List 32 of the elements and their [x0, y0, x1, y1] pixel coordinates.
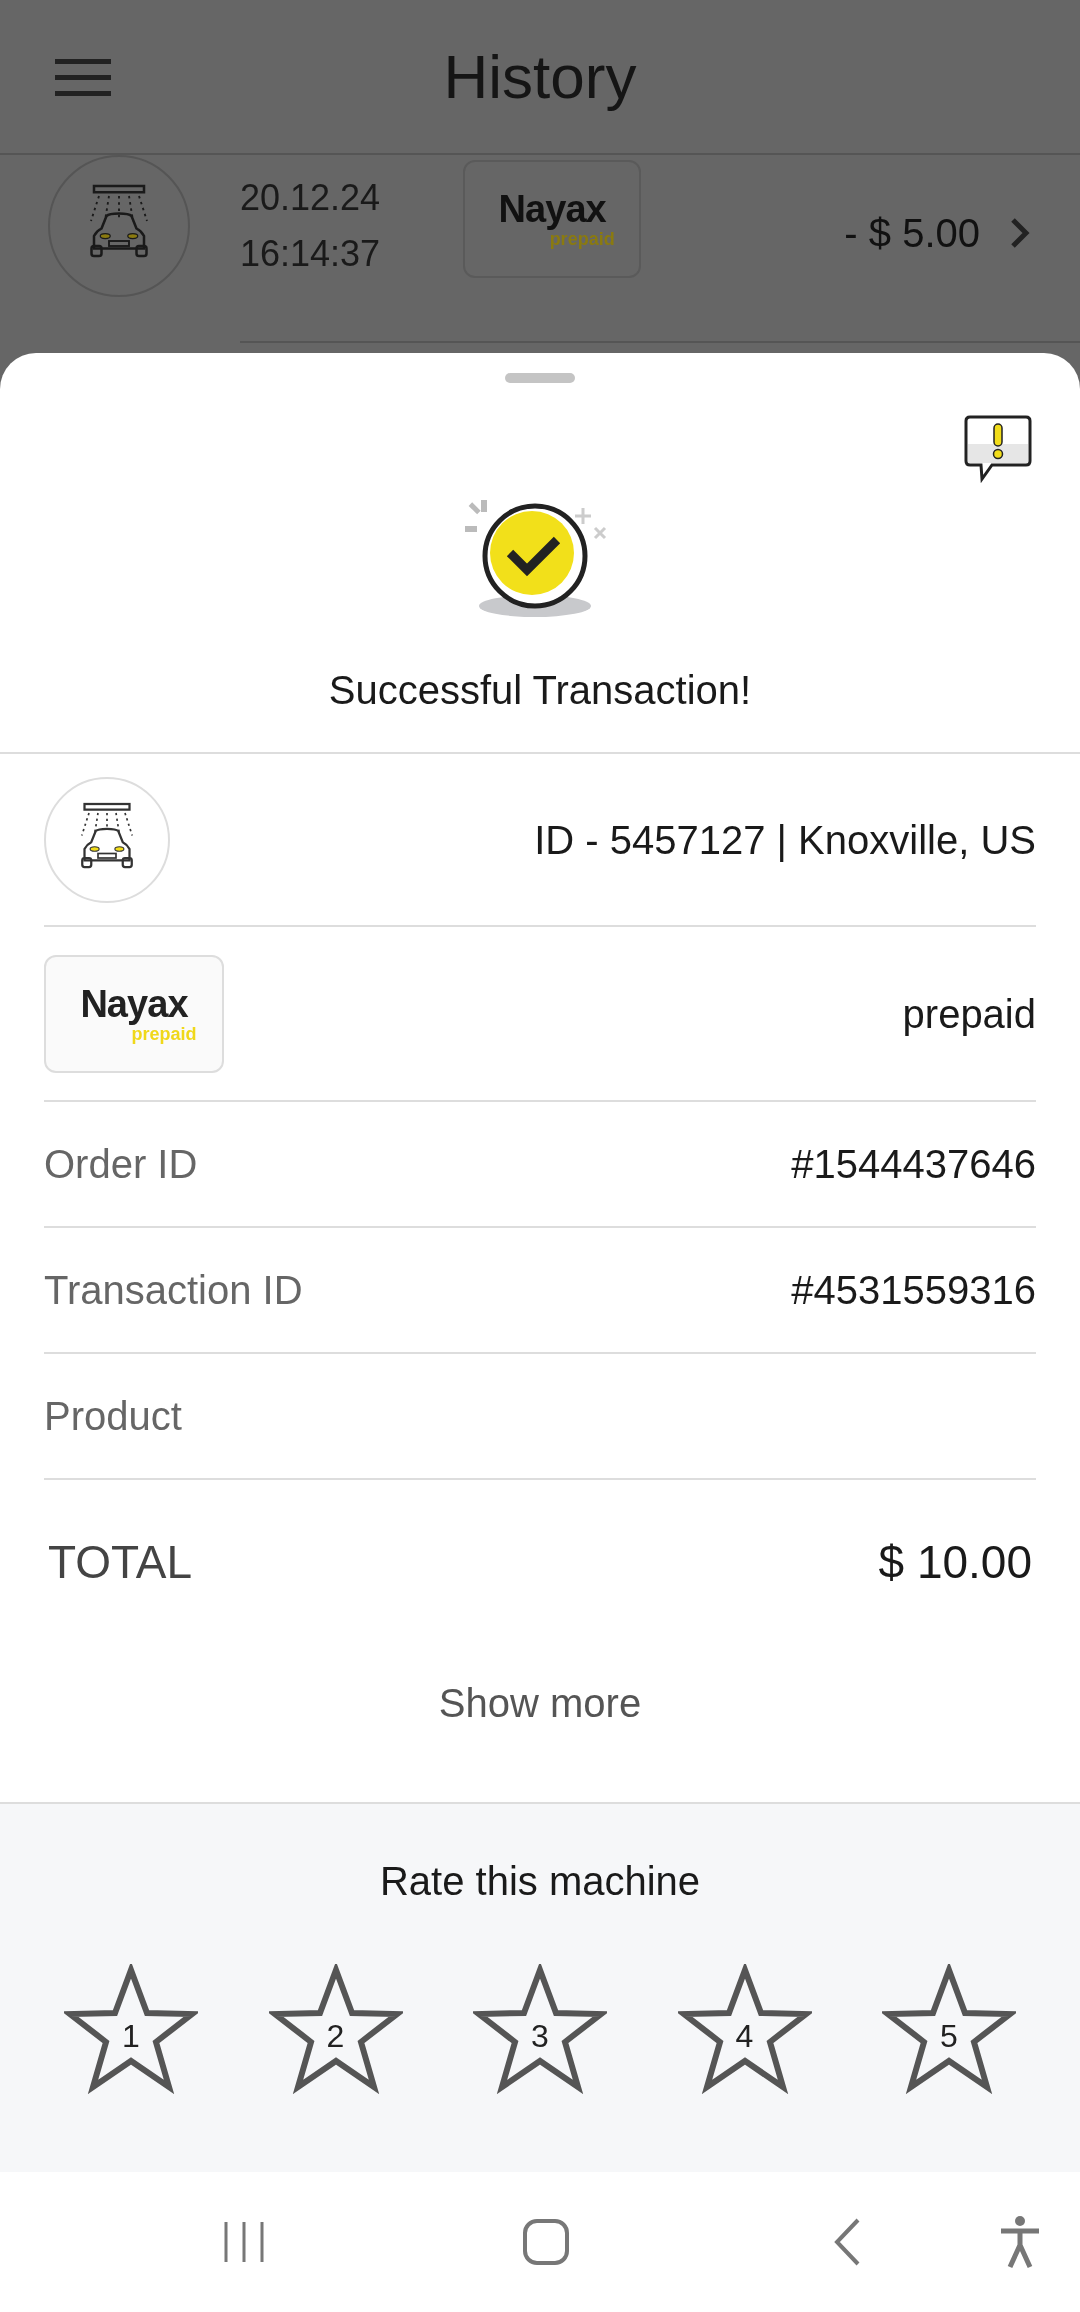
detail-value: #1544437646: [791, 1141, 1036, 1188]
history-amount: - $ 5.00: [844, 210, 980, 257]
logo-subtext: prepaid: [549, 229, 615, 249]
drag-handle[interactable]: [505, 373, 575, 383]
detail-value: #4531559316: [791, 1267, 1036, 1314]
total-amount: $ 10.00: [878, 1535, 1032, 1590]
show-more-link[interactable]: Show more: [438, 1678, 642, 1728]
logo-wordmark: Nayax: [80, 983, 188, 1024]
machine-id: ID - 5457127 | Knoxville, US: [534, 816, 1036, 864]
star-button[interactable]: 1: [64, 1964, 198, 2094]
report-alert-icon[interactable]: [964, 415, 1032, 483]
page-title: History: [443, 41, 637, 113]
logo-wordmark: Nayax: [498, 189, 606, 229]
star-button[interactable]: 4: [677, 1964, 812, 2094]
star-button[interactable]: 5: [882, 1964, 1016, 2094]
history-time: 16:14:37: [240, 232, 381, 276]
detail-label: Order ID: [44, 1141, 198, 1188]
total-label: TOTAL: [48, 1535, 192, 1590]
menu-icon[interactable]: [55, 56, 111, 97]
star-button[interactable]: 2: [268, 1964, 403, 2094]
recent-apps-icon[interactable]: [222, 2220, 266, 2264]
home-icon[interactable]: [522, 2218, 570, 2266]
back-icon[interactable]: [832, 2217, 862, 2267]
status-message: Successful Transaction!: [328, 667, 752, 714]
chevron-right-icon[interactable]: [1010, 217, 1030, 249]
rating-title: Rate this machine: [379, 1858, 701, 1905]
detail-label: Transaction ID: [44, 1267, 303, 1314]
history-date: 20.12.24: [240, 176, 381, 220]
payment-method: prepaid: [902, 990, 1036, 1038]
star-button[interactable]: 3: [473, 1964, 607, 2094]
accessibility-icon[interactable]: [998, 2215, 1042, 2269]
detail-label: Product: [44, 1393, 182, 1440]
